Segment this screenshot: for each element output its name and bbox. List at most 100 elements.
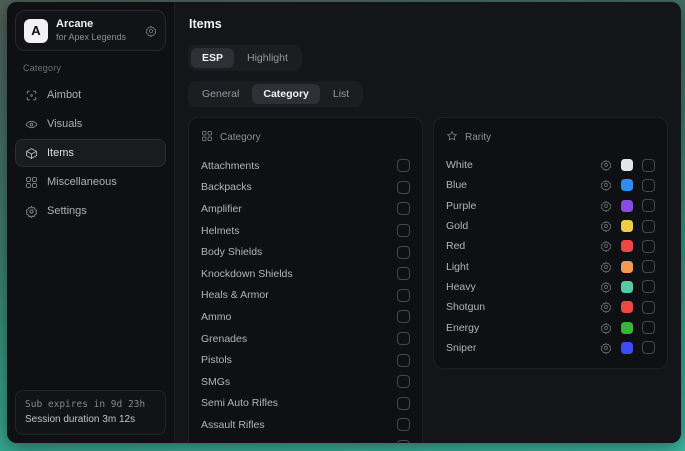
rarity-row: Sniper — [446, 338, 655, 358]
category-row: Backpacks — [201, 177, 410, 199]
sidebar-item-label: Visuals — [47, 118, 82, 130]
rarity-color-swatch[interactable] — [621, 159, 633, 171]
star-icon — [446, 130, 458, 145]
category-row-label: Attachments — [201, 160, 397, 172]
brand-settings-icon[interactable] — [145, 25, 157, 37]
crosshair-icon — [24, 88, 38, 102]
tab-esp[interactable]: ESP — [191, 48, 234, 68]
tab-general[interactable]: General — [191, 84, 250, 104]
category-list: AttachmentsBackpacksAmplifierHelmetsBody… — [201, 155, 410, 443]
category-row-label: Assault Rifles — [201, 419, 397, 431]
category-row: Heals & Armor — [201, 285, 410, 307]
sub-expiry-text: Sub expires in 9d 23h — [25, 398, 156, 412]
gear-icon — [24, 204, 38, 218]
sidebar-item-items[interactable]: Items — [15, 139, 166, 167]
grid-icon — [24, 175, 38, 189]
sidebar-item-label: Settings — [47, 205, 87, 217]
app-name: Arcane — [56, 18, 137, 32]
rarity-gear-icon[interactable] — [600, 261, 612, 273]
rarity-gear-icon[interactable] — [600, 179, 612, 191]
category-checkbox[interactable] — [397, 397, 410, 410]
rarity-checkbox[interactable] — [642, 301, 655, 314]
sidebar-item-label: Aimbot — [47, 89, 81, 101]
rarity-checkbox[interactable] — [642, 179, 655, 192]
category-row: SMGs — [201, 371, 410, 393]
category-row-label: LMGs — [201, 441, 397, 443]
rarity-row-label: Light — [446, 261, 600, 273]
category-checkbox[interactable] — [397, 181, 410, 194]
rarity-row: Gold — [446, 216, 655, 236]
rarity-row: Blue — [446, 175, 655, 195]
rarity-checkbox[interactable] — [642, 260, 655, 273]
rarity-checkbox[interactable] — [642, 341, 655, 354]
page-title: Items — [189, 17, 668, 31]
sidebar-item-label: Miscellaneous — [47, 176, 117, 188]
rarity-gear-icon[interactable] — [600, 240, 612, 252]
rarity-gear-icon[interactable] — [600, 281, 612, 293]
category-checkbox[interactable] — [397, 440, 410, 443]
session-info-card: Sub expires in 9d 23h Session duration 3… — [15, 390, 166, 435]
rarity-row: Energy — [446, 317, 655, 337]
category-checkbox[interactable] — [397, 375, 410, 388]
rarity-color-swatch[interactable] — [621, 301, 633, 313]
category-checkbox[interactable] — [397, 354, 410, 367]
tab-highlight[interactable]: Highlight — [236, 48, 299, 68]
sidebar-item-miscellaneous[interactable]: Miscellaneous — [15, 168, 166, 196]
rarity-list: WhiteBluePurpleGoldRedLightHeavyShotgunE… — [446, 155, 655, 358]
rarity-color-swatch[interactable] — [621, 179, 633, 191]
category-row-label: Grenades — [201, 333, 397, 345]
rarity-checkbox[interactable] — [642, 199, 655, 212]
rarity-checkbox[interactable] — [642, 220, 655, 233]
rarity-checkbox[interactable] — [642, 280, 655, 293]
rarity-color-swatch[interactable] — [621, 240, 633, 252]
sidebar-item-label: Items — [47, 147, 74, 159]
category-row-label: Backpacks — [201, 181, 397, 193]
category-panel: Category AttachmentsBackpacksAmplifierHe… — [188, 117, 423, 443]
category-row: Pistols — [201, 349, 410, 371]
rarity-row: Purple — [446, 196, 655, 216]
tab-list[interactable]: List — [322, 84, 360, 104]
category-checkbox[interactable] — [397, 332, 410, 345]
sidebar: A Arcane for Apex Legends Category Aimbo… — [7, 2, 175, 443]
rarity-gear-icon[interactable] — [600, 159, 612, 171]
sidebar-item-settings[interactable]: Settings — [15, 197, 166, 225]
tab-category[interactable]: Category — [252, 84, 320, 104]
category-checkbox[interactable] — [397, 289, 410, 302]
category-row: Body Shields — [201, 241, 410, 263]
rarity-color-swatch[interactable] — [621, 261, 633, 273]
rarity-row-label: Sniper — [446, 342, 600, 354]
rarity-checkbox[interactable] — [642, 321, 655, 334]
sidebar-item-aimbot[interactable]: Aimbot — [15, 81, 166, 109]
category-row-label: Ammo — [201, 311, 397, 323]
category-checkbox[interactable] — [397, 310, 410, 323]
category-checkbox[interactable] — [397, 224, 410, 237]
rarity-color-swatch[interactable] — [621, 281, 633, 293]
rarity-color-swatch[interactable] — [621, 200, 633, 212]
rarity-row: Light — [446, 256, 655, 276]
rarity-checkbox[interactable] — [642, 240, 655, 253]
category-checkbox[interactable] — [397, 267, 410, 280]
category-checkbox[interactable] — [397, 159, 410, 172]
category-row-label: SMGs — [201, 376, 397, 388]
mode-tabs: ESPHighlight — [188, 45, 302, 71]
rarity-gear-icon[interactable] — [600, 301, 612, 313]
sidebar-section-label: Category — [23, 63, 166, 73]
app-subtitle: for Apex Legends — [56, 32, 137, 43]
category-checkbox[interactable] — [397, 418, 410, 431]
main-content: Items ESPHighlight GeneralCategoryList C… — [175, 2, 681, 443]
category-row: LMGs — [201, 436, 410, 443]
rarity-gear-icon[interactable] — [600, 200, 612, 212]
category-checkbox[interactable] — [397, 202, 410, 215]
category-row: Attachments — [201, 155, 410, 177]
category-row: Helmets — [201, 220, 410, 242]
category-checkbox[interactable] — [397, 246, 410, 259]
sidebar-item-visuals[interactable]: Visuals — [15, 110, 166, 138]
rarity-gear-icon[interactable] — [600, 220, 612, 232]
rarity-color-swatch[interactable] — [621, 322, 633, 334]
rarity-gear-icon[interactable] — [600, 322, 612, 334]
rarity-color-swatch[interactable] — [621, 342, 633, 354]
rarity-checkbox[interactable] — [642, 159, 655, 172]
sidebar-nav: Aimbot Visuals Items Miscellaneous Settings — [15, 81, 166, 225]
rarity-gear-icon[interactable] — [600, 342, 612, 354]
rarity-color-swatch[interactable] — [621, 220, 633, 232]
